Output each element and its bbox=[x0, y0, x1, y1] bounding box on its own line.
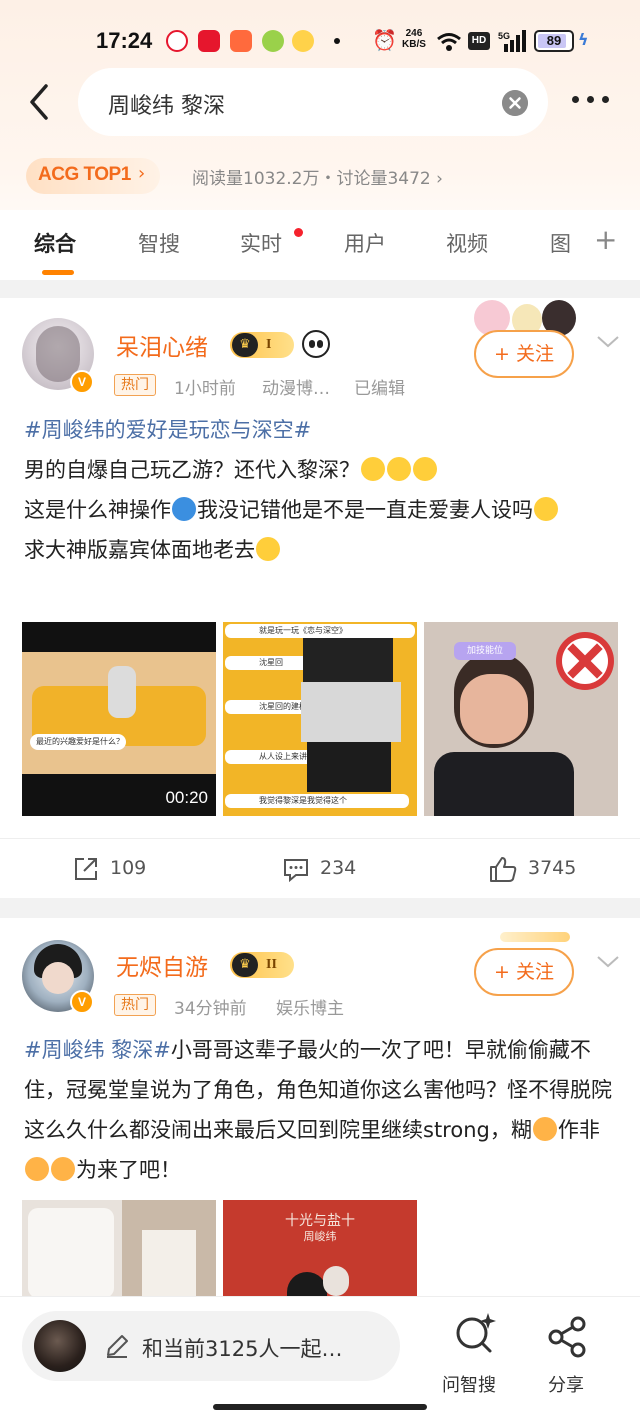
hot-badge: 热门 bbox=[114, 994, 156, 1016]
follow-button[interactable]: + 关注 bbox=[474, 330, 574, 378]
image-thumbnail[interactable]: 就是玩一玩《恋与深空》 沈星回 沈星回的建模更好看 从人设上来讲 我觉得黎深是我… bbox=[223, 622, 417, 816]
dot-icon bbox=[334, 38, 340, 44]
crown-icon: ♛ bbox=[232, 333, 258, 357]
tab-realtime[interactable]: 实时 bbox=[240, 228, 282, 258]
smart-search-icon bbox=[456, 1313, 496, 1353]
ask-smart-search-button[interactable]: 问智搜 bbox=[440, 1309, 510, 1409]
post-actions: 109 234 3745 bbox=[0, 838, 640, 898]
thumbs-up-icon bbox=[490, 857, 517, 882]
tab-comprehensive[interactable]: 综合 bbox=[34, 228, 76, 258]
username[interactable]: 呆泪心绪 bbox=[116, 328, 208, 362]
active-tab-underline bbox=[42, 270, 74, 275]
tab-smart-search[interactable]: 智搜 bbox=[138, 228, 180, 258]
new-indicator-dot bbox=[294, 228, 303, 237]
battery-icon: 89 bbox=[534, 30, 574, 52]
chevron-down-icon[interactable] bbox=[596, 952, 620, 972]
hot-badge: 热门 bbox=[114, 374, 156, 396]
video-duration: 00:20 bbox=[165, 788, 208, 807]
tab-videos[interactable]: 视频 bbox=[446, 228, 488, 258]
tab-users[interactable]: 用户 bbox=[344, 228, 386, 258]
svg-text:5G: 5G bbox=[498, 31, 510, 41]
post-source: 动漫博… bbox=[262, 379, 330, 399]
chevron-down-icon[interactable] bbox=[596, 332, 620, 352]
user-avatar bbox=[34, 1320, 86, 1372]
post-source: 娱乐博主 bbox=[276, 999, 344, 1019]
member-level-badge: ♛ I bbox=[230, 332, 294, 358]
member-level-badge: ♛ II bbox=[230, 952, 294, 978]
image-thumbnail[interactable]: 十光与盐十 周峻纬 bbox=[223, 1200, 417, 1298]
topic-stats[interactable]: 阅读量1032.2万・讨论量3472 › bbox=[192, 164, 443, 189]
taobao-app-icon bbox=[198, 30, 220, 52]
image-thumbnail[interactable] bbox=[22, 1200, 216, 1298]
signal-icon: 5G bbox=[498, 30, 526, 52]
app-icon bbox=[262, 30, 284, 52]
cross-icon bbox=[556, 632, 614, 690]
search-input[interactable]: 周峻纬 黎深 bbox=[108, 88, 225, 120]
share-nodes-icon bbox=[548, 1316, 586, 1358]
verified-badge-icon: V bbox=[70, 370, 94, 394]
edited-label: 已编辑 bbox=[354, 379, 405, 399]
panda-icon bbox=[302, 330, 330, 358]
add-tab-icon[interactable]: + bbox=[594, 226, 617, 254]
crown-icon: ♛ bbox=[232, 953, 258, 977]
wifi-icon bbox=[437, 33, 461, 51]
video-thumbnail[interactable]: 最近的兴趣爱好是什么？ 00:20 bbox=[22, 622, 216, 816]
topic-rank-badge[interactable]: ACG TOP1 › bbox=[26, 158, 160, 194]
post-time: 34分钟前 bbox=[174, 999, 247, 1019]
post-card: V 无烬自游 ♛ II 热门 34分钟前 娱乐博主 + 关注 #周峻纬 黎深#小… bbox=[0, 918, 640, 1298]
image-thumbnail[interactable]: 加技能位 bbox=[424, 622, 618, 816]
share-action[interactable]: 109 bbox=[72, 855, 172, 885]
comment-icon bbox=[284, 859, 308, 883]
share-icon bbox=[75, 858, 97, 880]
share-button[interactable]: 分享 bbox=[540, 1309, 600, 1409]
app-icon bbox=[292, 30, 314, 52]
chevron-right-icon: › bbox=[138, 163, 146, 184]
hashtag-link[interactable]: #周峻纬 黎深# bbox=[24, 1038, 171, 1062]
more-options-icon[interactable] bbox=[570, 96, 614, 108]
search-bar[interactable]: 周峻纬 黎深 bbox=[78, 68, 548, 136]
back-arrow-icon[interactable] bbox=[22, 80, 62, 124]
status-time: 17:24 bbox=[96, 28, 153, 53]
verified-badge-icon: V bbox=[70, 990, 94, 1014]
tab-bar: 综合 智搜 实时 用户 视频 图 + bbox=[0, 210, 640, 280]
post-body: #周峻纬 黎深#小哥哥这辈子最火的一次了吧！早就偷偷藏不住，冠冕堂皇说为了角色，… bbox=[24, 1038, 612, 1182]
follow-button[interactable]: + 关注 bbox=[474, 948, 574, 996]
hashtag-link[interactable]: #周峻纬的爱好是玩恋与深空# bbox=[24, 418, 311, 442]
clear-icon[interactable] bbox=[502, 90, 528, 116]
username[interactable]: 无烬自游 bbox=[116, 948, 208, 982]
pencil-icon bbox=[107, 1335, 128, 1358]
network-speed: 246 KB/S bbox=[402, 28, 426, 50]
sparkle-decoration bbox=[500, 932, 570, 942]
post-time: 1小时前 bbox=[174, 379, 236, 399]
header-area: 17:24 ⏰ 246 KB/S HD 5G 89 ϟ 周峻纬 黎深 ACG T… bbox=[0, 0, 640, 280]
like-action[interactable]: 3745 bbox=[488, 855, 598, 885]
comment-input[interactable]: 和当前3125人一起… bbox=[22, 1311, 400, 1381]
alarm-icon: ⏰ bbox=[372, 28, 397, 52]
hd-icon: HD bbox=[468, 32, 490, 50]
charging-icon: ϟ bbox=[578, 30, 589, 49]
app-icon bbox=[230, 30, 252, 52]
post-body: #周峻纬的爱好是玩恋与深空# 男的自爆自己玩乙游？还代入黎深？ 这是什么神操作我… bbox=[24, 410, 614, 570]
post-card: V 呆泪心绪 ♛ I 热门 1小时前 动漫博… 已编辑 + 关注 #周峻纬的爱好… bbox=[0, 298, 640, 898]
tab-images[interactable]: 图 bbox=[550, 228, 571, 258]
weibo-app-icon bbox=[166, 30, 188, 52]
comment-action[interactable]: 234 bbox=[282, 855, 382, 885]
home-indicator[interactable] bbox=[213, 1404, 427, 1410]
